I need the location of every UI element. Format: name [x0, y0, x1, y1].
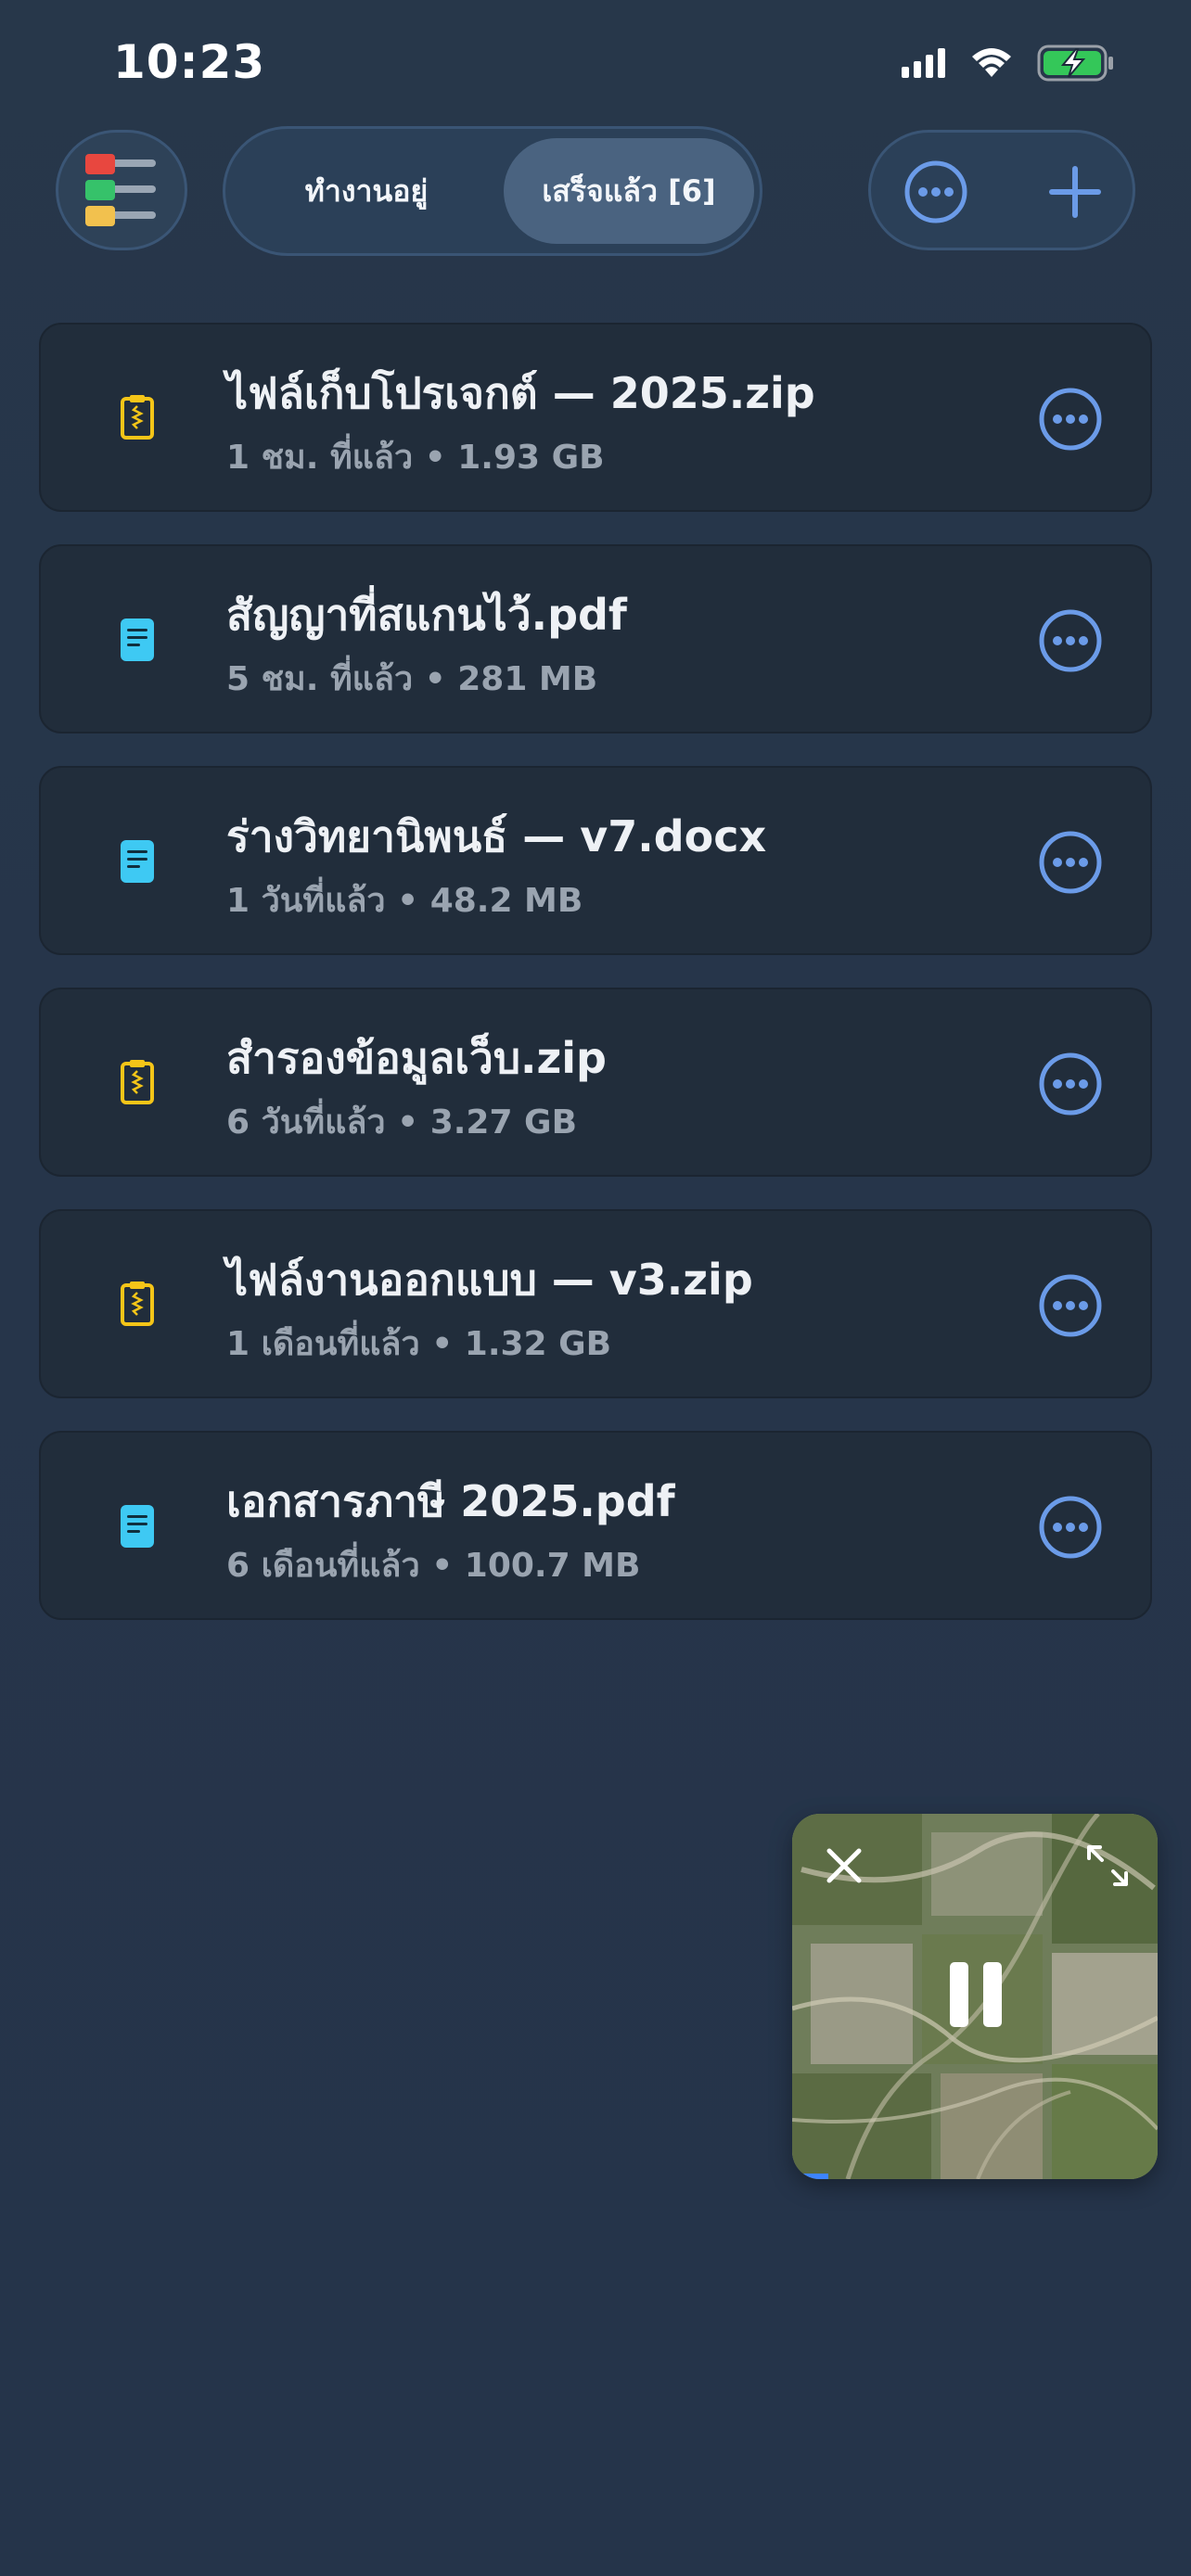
menu-button[interactable]: [56, 130, 187, 250]
file-name: เอกสารภาษี 2025.pdf: [226, 1476, 675, 1526]
tab-active-downloads[interactable]: ทำงานอยู่: [240, 138, 493, 244]
document-file-icon: [121, 840, 154, 883]
battery-charging-icon: [1037, 45, 1113, 82]
file-meta: 6 วันที่แล้ว • 3.27 GB: [226, 1103, 578, 1141]
row-more-icon[interactable]: [1037, 1051, 1104, 1117]
file-row[interactable]: ร่างวิทยานิพนธ์ — v7.docx 1 วันที่แล้ว •…: [39, 766, 1152, 955]
row-more-icon[interactable]: [1037, 1494, 1104, 1561]
row-more-icon[interactable]: [1037, 1272, 1104, 1339]
color-lines-menu-icon: [85, 154, 156, 226]
status-time: 10:23: [113, 35, 266, 89]
more-options-button[interactable]: [891, 147, 980, 236]
cellular-signal-icon: [902, 48, 945, 78]
zip-file-icon: [121, 395, 154, 440]
file-meta: 1 วันที่แล้ว • 48.2 MB: [226, 882, 583, 920]
file-row[interactable]: ไฟล์งานออกแบบ — v3.zip 1 เดือนที่แล้ว • …: [39, 1209, 1152, 1398]
video-progress-fill: [792, 2174, 829, 2179]
file-name: สัญญาที่สแกนไว้.pdf: [226, 590, 627, 640]
file-name: สำรองข้อมูลเว็บ.zip: [226, 1033, 607, 1083]
expand-icon[interactable]: [1082, 1840, 1133, 1892]
status-bar: 10:23: [0, 0, 1191, 130]
video-progress-track[interactable]: [792, 2174, 1158, 2179]
plus-icon: [1049, 166, 1101, 218]
wifi-icon: [972, 48, 1011, 77]
file-row[interactable]: เอกสารภาษี 2025.pdf 6 เดือนที่แล้ว • 100…: [39, 1431, 1152, 1620]
file-meta: 5 ชม. ที่แล้ว • 281 MB: [226, 660, 598, 698]
picture-in-picture-player[interactable]: [792, 1814, 1158, 2179]
file-meta: 1 เดือนที่แล้ว • 1.32 GB: [226, 1325, 612, 1363]
completed-file-list: ไฟล์เก็บโปรเจกต์ — 2025.zip 1 ชม. ที่แล้…: [39, 323, 1152, 1652]
file-name: ไฟล์งานออกแบบ — v3.zip: [226, 1255, 753, 1305]
file-meta: 1 ชม. ที่แล้ว • 1.93 GB: [226, 439, 605, 477]
file-meta: 6 เดือนที่แล้ว • 100.7 MB: [226, 1547, 641, 1585]
file-row[interactable]: สำรองข้อมูลเว็บ.zip 6 วันที่แล้ว • 3.27 …: [39, 988, 1152, 1177]
action-group: [868, 130, 1135, 250]
zip-file-icon: [121, 1060, 154, 1104]
row-more-icon[interactable]: [1037, 829, 1104, 896]
file-name: ไฟล์เก็บโปรเจกต์ — 2025.zip: [226, 368, 815, 418]
tab-completed[interactable]: เสร็จแล้ว [6]: [504, 138, 754, 244]
ellipsis-circle-icon: [904, 160, 967, 223]
document-file-icon: [121, 1505, 154, 1548]
file-row[interactable]: ไฟล์เก็บโปรเจกต์ — 2025.zip 1 ชม. ที่แล้…: [39, 323, 1152, 512]
pause-icon[interactable]: [948, 1960, 1004, 2029]
add-download-button[interactable]: [1031, 147, 1120, 236]
file-row[interactable]: สัญญาที่สแกนไว้.pdf 5 ชม. ที่แล้ว • 281 …: [39, 544, 1152, 733]
document-file-icon: [121, 618, 154, 661]
row-more-icon[interactable]: [1037, 607, 1104, 674]
status-icons: [902, 45, 1115, 82]
file-name: ร่างวิทยานิพนธ์ — v7.docx: [226, 811, 767, 861]
zip-file-icon: [121, 1282, 154, 1326]
close-icon[interactable]: [818, 1840, 870, 1892]
row-more-icon[interactable]: [1037, 386, 1104, 453]
status-segmented-control: ทำงานอยู่ เสร็จแล้ว [6]: [223, 126, 762, 256]
